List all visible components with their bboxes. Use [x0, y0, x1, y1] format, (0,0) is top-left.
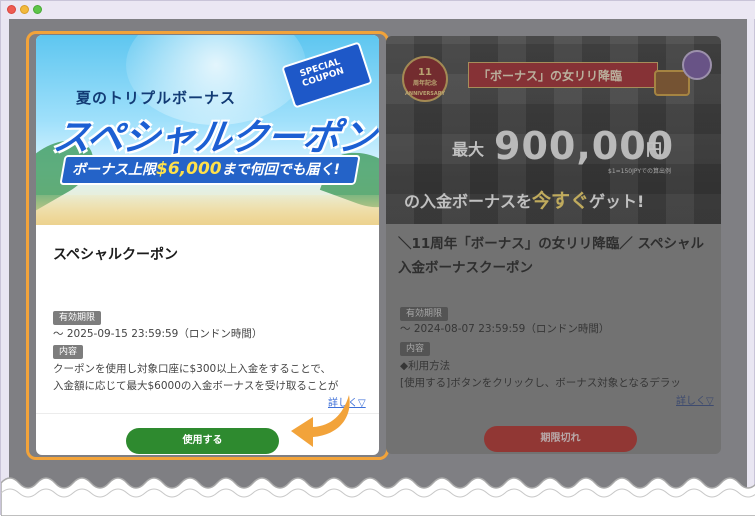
- banner-headline: 夏のトリプルボーナス: [76, 89, 237, 107]
- minimize-window-button[interactable]: [20, 5, 29, 14]
- beach-sand: [36, 195, 379, 225]
- banner-main-title: スペシャルクーポン: [50, 116, 378, 159]
- zoom-window-button[interactable]: [33, 5, 42, 14]
- banner-bar-amount: $6,000: [156, 159, 222, 179]
- use-coupon-button[interactable]: 使用する: [126, 428, 279, 454]
- annotation-arrow-icon: [291, 395, 350, 447]
- content-line-1: クーポンを使用し対象口座に$300以上入金をすることで、: [53, 363, 331, 375]
- title-bar: [1, 1, 755, 19]
- banner-bar-suffix: まで何回でも届く!: [221, 162, 340, 178]
- close-window-button[interactable]: [7, 5, 16, 14]
- browser-window: SPECIAL COUPON 夏のトリプルボーナス スペシャルクーポン ボーナス…: [0, 0, 755, 516]
- banner-bar-prefix: ボーナス上限: [72, 162, 156, 178]
- coupon-banner-image: SPECIAL COUPON 夏のトリプルボーナス スペシャルクーポン ボーナス…: [36, 35, 379, 225]
- expiry-value: ～ 2025-09-15 23:59:59（ロンドン時間）: [53, 328, 263, 340]
- coupon-title: スペシャルクーポン: [53, 247, 179, 263]
- coupon-card-anniversary: 11 周年記念 ANNIVERSARY 「ボーナス」の女リリ降臨 最大 900,…: [386, 36, 721, 454]
- expired-overlay: [386, 36, 721, 454]
- banner-bar-text: ボーナス上限$6,000まで何回でも届く!: [72, 159, 340, 179]
- content-label-tag: 内容: [53, 345, 84, 359]
- page-viewport: SPECIAL COUPON 夏のトリプルボーナス スペシャルクーポン ボーナス…: [9, 19, 747, 489]
- expiry-label-tag: 有効期限: [53, 311, 102, 325]
- torn-page-edge: [1, 477, 755, 516]
